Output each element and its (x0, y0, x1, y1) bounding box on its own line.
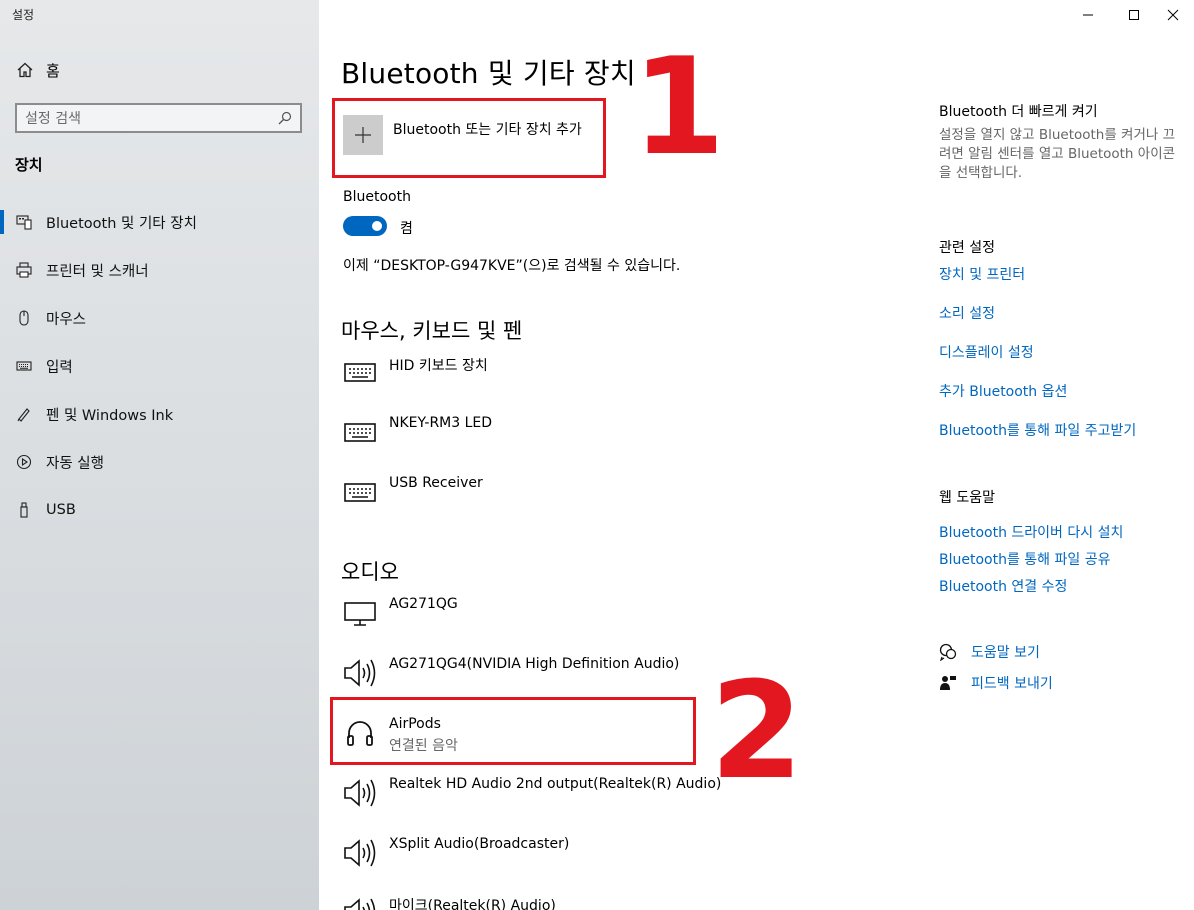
device-nkey-keyboard[interactable]: NKEY-RM3 LED (343, 415, 492, 467)
home-label: 홈 (46, 61, 60, 80)
feedback-link[interactable]: 피드백 보내기 (939, 673, 1053, 693)
sidebar-item-label: 자동 실행 (46, 455, 104, 472)
minimize-icon (1083, 14, 1093, 16)
bluetooth-toggle[interactable] (343, 216, 387, 236)
link-reinstall-driver[interactable]: Bluetooth 드라이버 다시 설치 (939, 522, 1123, 542)
page-title: Bluetooth 및 기타 장치 (341, 57, 636, 90)
sidebar-item-bluetooth[interactable]: Bluetooth 및 기타 장치 (0, 198, 319, 246)
monitor-icon (343, 596, 377, 630)
printer-icon (16, 262, 32, 278)
related-settings-title: 관련 설정 (939, 240, 995, 256)
device-name: USB Receiver (389, 475, 483, 491)
annotation-number-2: 2 (710, 653, 804, 809)
bluetooth-devices-icon (16, 214, 32, 230)
device-name: XSplit Audio(Broadcaster) (389, 836, 570, 852)
device-name: HID 키보드 장치 (389, 358, 488, 374)
device-name: Realtek HD Audio 2nd output(Realtek(R) A… (389, 776, 722, 792)
link-devices-printers[interactable]: 장치 및 프린터 (939, 264, 1025, 284)
bluetooth-label: Bluetooth (343, 189, 411, 205)
sidebar-item-label: 입력 (46, 359, 73, 376)
home-icon (16, 61, 34, 79)
get-help-link[interactable]: 도움말 보기 (939, 642, 1040, 662)
usb-icon (16, 502, 32, 518)
input-section-title: 마우스, 키보드 및 펜 (341, 319, 523, 343)
pen-icon (16, 406, 32, 422)
web-help-title: 웹 도움말 (939, 490, 995, 506)
sidebar-item-usb[interactable]: USB (0, 486, 319, 534)
sidebar-item-label: Bluetooth 및 기타 장치 (46, 215, 197, 232)
device-realtek-2nd-output[interactable]: Realtek HD Audio 2nd output(Realtek(R) A… (343, 776, 721, 828)
search-icon[interactable] (278, 111, 292, 125)
sidebar-item-label: USB (46, 502, 76, 518)
keyboard-icon (16, 358, 32, 374)
keyboard-icon (343, 415, 377, 449)
device-name: 마이크(Realtek(R) Audio) (389, 898, 556, 910)
device-xsplit-audio[interactable]: XSplit Audio(Broadcaster) (343, 836, 569, 888)
help-chat-icon (939, 643, 957, 661)
sidebar-nav: Bluetooth 및 기타 장치 프린터 및 스캐너 마우스 입력 펜 및 W… (0, 198, 319, 534)
home-nav-item[interactable]: 홈 (16, 58, 60, 82)
keyboard-icon (343, 355, 377, 389)
speaker-icon (343, 656, 377, 690)
audio-section-title: 오디오 (341, 560, 399, 584)
device-ag271qg[interactable]: AG271QG (343, 596, 458, 648)
feedback-label: 피드백 보내기 (971, 676, 1053, 692)
device-name: AG271QG (389, 596, 458, 612)
toggle-state: 켬 (400, 221, 413, 237)
link-display-settings[interactable]: 디스플레이 설정 (939, 342, 1034, 362)
faster-bluetooth-text: 설정을 열지 않고 Bluetooth를 켜거나 끄려면 알림 센터를 열고 B… (939, 127, 1176, 181)
speaker-icon (343, 776, 377, 810)
device-name: NKEY-RM3 LED (389, 415, 493, 431)
link-send-receive-files[interactable]: Bluetooth를 통해 파일 주고받기 (939, 420, 1136, 440)
minimize-button[interactable] (1065, 0, 1111, 30)
search-placeholder: 설정 검색 (25, 111, 81, 127)
annotation-number-1: 1 (632, 29, 726, 185)
link-share-files[interactable]: Bluetooth를 통해 파일 공유 (939, 549, 1110, 569)
sidebar-item-label: 펜 및 Windows Ink (46, 407, 174, 424)
autoplay-icon (16, 454, 32, 470)
sidebar: 설정 홈 설정 검색 장치 Bluetooth 및 기타 장치 프린터 및 스캐… (0, 0, 319, 910)
device-name: AG271QG4(NVIDIA High Definition Audio) (389, 656, 680, 672)
link-fix-connections[interactable]: Bluetooth 연결 수정 (939, 576, 1067, 596)
device-hid-keyboard[interactable]: HID 키보드 장치 (343, 355, 488, 407)
close-button[interactable] (1150, 0, 1194, 30)
sidebar-item-pen[interactable]: 펜 및 Windows Ink (0, 390, 319, 438)
sidebar-item-label: 마우스 (46, 311, 87, 328)
device-realtek-mic[interactable]: 마이크(Realtek(R) Audio) (343, 895, 556, 910)
sidebar-item-printers[interactable]: 프린터 및 스캐너 (0, 246, 319, 294)
feedback-icon (939, 674, 957, 692)
sidebar-item-mouse[interactable]: 마우스 (0, 294, 319, 342)
device-usb-receiver[interactable]: USB Receiver (343, 475, 483, 527)
discoverable-text: 이제 “DESKTOP-G947KVE”(으)로 검색될 수 있습니다. (343, 258, 681, 274)
faster-bluetooth-title: Bluetooth 더 빠르게 켜기 (939, 104, 1098, 120)
speaker-icon (343, 836, 377, 870)
toggle-knob (372, 221, 382, 231)
mouse-icon (16, 310, 32, 326)
annotation-box-1 (332, 98, 606, 178)
speaker-icon (343, 895, 377, 910)
sidebar-section-title: 장치 (15, 156, 43, 174)
sidebar-item-autoplay[interactable]: 자동 실행 (0, 438, 319, 486)
search-input[interactable]: 설정 검색 (15, 103, 302, 133)
keyboard-icon (343, 475, 377, 509)
annotation-box-2 (330, 697, 696, 765)
get-help-label: 도움말 보기 (971, 645, 1040, 661)
close-icon (1167, 9, 1179, 21)
maximize-icon (1129, 10, 1139, 20)
link-more-bluetooth-options[interactable]: 추가 Bluetooth 옵션 (939, 381, 1067, 401)
sidebar-item-label: 프린터 및 스캐너 (46, 263, 149, 280)
window-title: 설정 (12, 8, 35, 22)
link-sound-settings[interactable]: 소리 설정 (939, 303, 995, 323)
sidebar-item-typing[interactable]: 입력 (0, 342, 319, 390)
